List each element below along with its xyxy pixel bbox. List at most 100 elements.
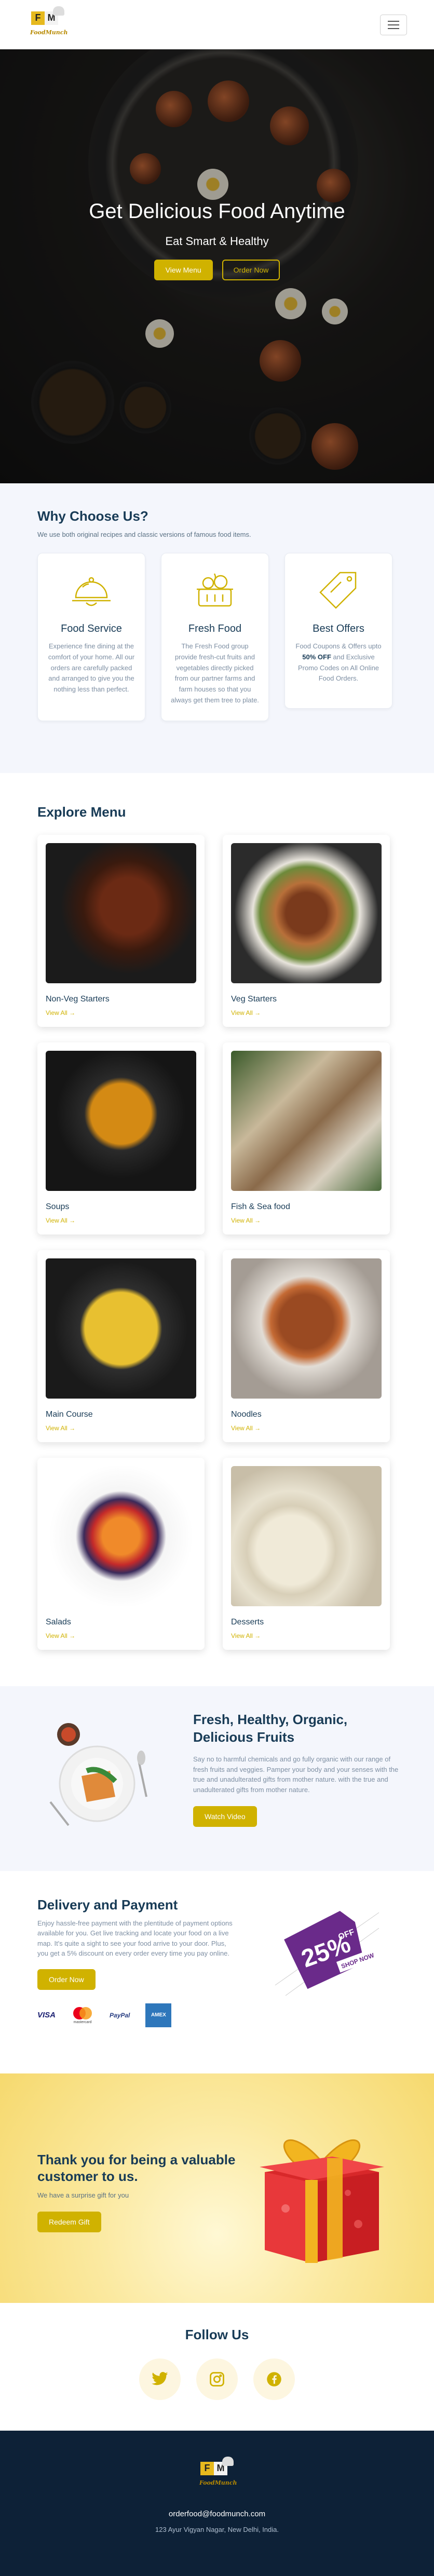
visa-icon: VISA [37,2011,56,2020]
view-all-link[interactable]: View All → [46,1217,196,1224]
facebook-link[interactable] [253,2358,295,2400]
why-card-text: Experience fine dining at the comfort of… [48,642,135,694]
instagram-link[interactable] [196,2358,238,2400]
menu-image-main-course [46,1258,196,1399]
instagram-icon [210,2371,224,2387]
brand-logo[interactable]: F M FoodMunch [27,6,69,44]
twitter-link[interactable] [139,2358,181,2400]
menu-card-non-veg-starters[interactable]: Non-Veg Starters View All → [37,834,205,1027]
view-all-link[interactable]: View All → [46,1425,196,1432]
view-all-link[interactable]: View All → [231,1009,382,1016]
footer: F M FoodMunch orderfood@foodmunch.com 12… [0,2430,434,2576]
hero-section: Get Delicious Food Anytime Eat Smart & H… [0,49,434,483]
menu-image-soups [46,1050,196,1191]
hero-subtitle: Eat Smart & Healthy [165,235,269,248]
mastercard-icon: mastercard [71,2006,94,2024]
why-card-food-service: Food Service Experience fine dining at t… [37,553,145,721]
offer-highlight: 50% OFF [302,653,331,661]
why-card-best-offers: Best Offers Food Coupons & Offers upto 5… [284,553,392,709]
menu-image-fish-sea-food [231,1050,382,1191]
menu-card-fish-sea-food[interactable]: Fish & Sea food View All → [223,1042,390,1235]
menu-item-name: Main Course [46,1409,93,1419]
view-all-link[interactable]: View All → [231,1632,382,1639]
view-all-link[interactable]: View All → [46,1632,196,1639]
hero-title: Get Delicious Food Anytime [89,200,345,223]
facebook-icon [267,2372,281,2387]
thanks-title: Thank you for being a valuable customer … [37,2151,236,2185]
follow-title: Follow Us [185,2326,249,2342]
view-menu-button[interactable]: View Menu [154,260,213,280]
view-all-link[interactable]: View All → [231,1425,382,1432]
discount-offer-badge: 25% OFF SHOP NOW [270,1897,384,2006]
arrow-right-icon: → [254,1216,261,1224]
menu-card-main-course[interactable]: Main Course View All → [37,1250,205,1442]
menu-image-noodles [231,1258,382,1399]
menu-item-name: Desserts [231,1617,264,1626]
cloche-icon [66,565,116,615]
arrow-right-icon: → [69,1009,76,1016]
menu-image-veg-starters [231,843,382,983]
fresh-title: Fresh, Healthy, Organic, Delicious Fruit… [193,1711,348,1745]
grocery-basket-icon [190,565,240,615]
twitter-icon [152,2371,168,2385]
menu-card-salads[interactable]: Salads View All → [37,1457,205,1650]
delivery-order-now-button[interactable]: Order Now [37,1969,96,1990]
footer-email[interactable]: orderfood@foodmunch.com [0,2510,434,2518]
view-all-link[interactable]: View All → [231,1217,382,1224]
navbar: F M FoodMunch [0,0,434,49]
why-card-title: Best Offers [313,623,364,634]
price-tag-icon [314,565,363,615]
menu-item-name: Soups [46,1202,70,1211]
thank-you-section: Thank you for being a valuable customer … [0,2073,434,2303]
why-title: Why Choose Us? [37,508,148,524]
arrow-right-icon: → [254,1632,261,1639]
hamburger-menu-button[interactable] [380,14,407,35]
arrow-right-icon: → [69,1216,76,1224]
footer-address: 123 Ayur Vigyan Nagar, New Delhi, India. [155,2525,279,2533]
gift-box-icon [244,2105,400,2271]
view-all-link[interactable]: View All → [46,1009,196,1016]
why-card-fresh-food: Fresh Food The Fresh Food group provide … [161,553,269,721]
menu-item-name: Veg Starters [231,994,277,1004]
arrow-right-icon: → [254,1424,261,1432]
why-choose-us-section: Why Choose Us? We use both original reci… [0,483,434,773]
fresh-fruits-section: Fresh, Healthy, Organic, Delicious Fruit… [0,1686,434,1871]
delivery-title: Delivery and Payment [37,1896,178,1913]
menu-item-name: Salads [46,1617,71,1626]
arrow-right-icon: → [69,1632,76,1639]
watch-video-button[interactable]: Watch Video [193,1806,257,1827]
order-now-button[interactable]: Order Now [222,260,280,280]
menu-image-desserts [231,1466,382,1606]
why-description: We use both original recipes and classic… [37,531,251,538]
footer-logo[interactable]: F M FoodMunch [196,2456,238,2494]
hamburger-icon [388,20,399,22]
logo-text: FoodMunch [199,2479,237,2486]
payment-methods: VISA mastercard PayPal AMEX [37,2003,235,2027]
menu-card-soups[interactable]: Soups View All → [37,1042,205,1235]
delivery-payment-section: Delivery and Payment Enjoy hassle-free p… [0,1870,434,2073]
amex-icon: AMEX [145,2003,172,2027]
fresh-text: Say no to harmful chemicals and go fully… [193,1755,399,1794]
follow-us-section: Follow Us [0,2302,434,2431]
menu-image-non-veg-starters [46,843,196,983]
menu-item-name: Noodles [231,1409,262,1419]
why-card-text: The Fresh Food group provide fresh-cut f… [171,642,259,704]
logo-letter-f: F [200,2461,214,2475]
menu-item-name: Non-Veg Starters [46,994,110,1004]
menu-card-desserts[interactable]: Desserts View All → [223,1457,390,1650]
menu-grid: Non-Veg Starters View All → Veg Starters… [37,834,397,1650]
why-card-title: Fresh Food [188,623,242,634]
healthy-plate-image [37,1719,157,1838]
explore-menu-section: Explore Menu Non-Veg Starters View All →… [0,772,434,1671]
delivery-text: Enjoy hassle-free payment with the plent… [37,1919,233,1958]
menu-card-veg-starters[interactable]: Veg Starters View All → [223,834,390,1027]
chef-hat-icon [222,2456,234,2466]
redeem-gift-button[interactable]: Redeem Gift [37,2211,101,2232]
explore-title: Explore Menu [37,804,126,820]
menu-card-noodles[interactable]: Noodles View All → [223,1250,390,1442]
why-card-text: Food Coupons & Offers upto 50% OFF and E… [295,642,382,683]
paypal-icon: PayPal [110,2011,130,2019]
menu-image-salads [46,1466,196,1606]
logo-letter-f: F [31,11,45,25]
logo-text: FoodMunch [30,29,68,36]
